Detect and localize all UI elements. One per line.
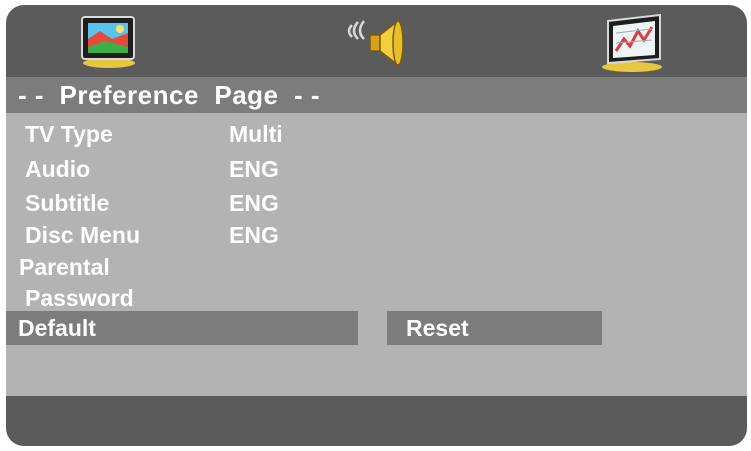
setting-value: ENG bbox=[229, 190, 279, 216]
page-title-bar: - - Preference Page - - bbox=[6, 77, 747, 113]
setting-label: Audio bbox=[25, 156, 91, 182]
bottom-bar bbox=[6, 396, 747, 446]
setting-value: ENG bbox=[229, 156, 279, 182]
page-title: - - Preference Page - - bbox=[18, 80, 320, 110]
setting-value: Multi bbox=[229, 121, 283, 147]
setting-label: TV Type bbox=[25, 121, 113, 147]
setting-label: Password bbox=[25, 285, 134, 311]
reset-button[interactable]: Reset bbox=[387, 311, 602, 345]
default-label: Default bbox=[18, 315, 96, 341]
setting-label: Subtitle bbox=[25, 190, 110, 216]
setting-value: ENG bbox=[229, 222, 279, 248]
tv-icon[interactable] bbox=[76, 13, 142, 69]
reset-label: Reset bbox=[406, 315, 469, 341]
menu-item-default[interactable]: Default bbox=[6, 311, 358, 345]
setting-label: Disc Menu bbox=[25, 222, 141, 248]
speaker-icon[interactable] bbox=[342, 17, 414, 69]
osd-panel: - - Preference Page - - TV Type Multi Au… bbox=[6, 5, 747, 446]
tab-bar bbox=[6, 5, 747, 77]
setting-label: Parental bbox=[19, 254, 110, 280]
chart-monitor-icon[interactable] bbox=[598, 13, 670, 73]
